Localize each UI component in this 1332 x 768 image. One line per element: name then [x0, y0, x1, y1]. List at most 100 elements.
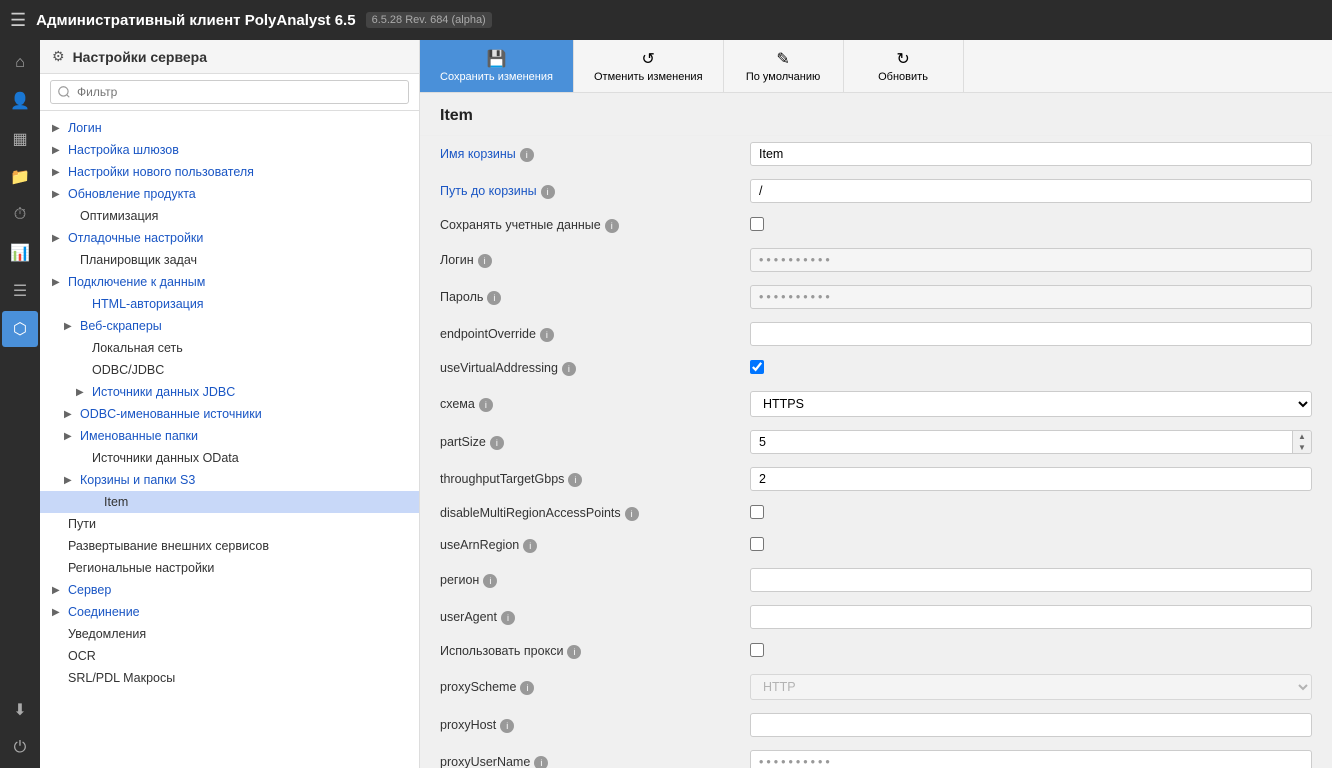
- form-row-login: Логинi: [420, 242, 1332, 279]
- tree-item-jdbc_sources[interactable]: ▶Источники данных JDBC: [40, 381, 419, 403]
- info-icon-proxy_host[interactable]: i: [500, 719, 514, 733]
- tree-item-s3_buckets[interactable]: ▶Корзины и папки S3: [40, 469, 419, 491]
- form-row-password: Парольi: [420, 279, 1332, 316]
- label-text-bucket_path: Путь до корзины: [440, 184, 537, 198]
- info-icon-bucket_name[interactable]: i: [520, 148, 534, 162]
- info-icon-throughput_target_gbps[interactable]: i: [568, 473, 582, 487]
- info-icon-scheme[interactable]: i: [479, 398, 493, 412]
- tree-arrow-jdbc_sources: ▶: [76, 387, 88, 398]
- tree-item-login[interactable]: ▶Логин: [40, 117, 419, 139]
- tree-item-ext_services[interactable]: Развертывание внешних сервисов: [40, 535, 419, 557]
- tree-arrow-new_user: ▶: [52, 167, 64, 178]
- tree-item-srl_macros[interactable]: SRL/PDL Макросы: [40, 667, 419, 689]
- checkbox-save_credentials[interactable]: [750, 217, 764, 231]
- info-icon-proxy_scheme[interactable]: i: [520, 681, 534, 695]
- tree-arrow-web_scrapers: ▶: [64, 321, 76, 332]
- tree-item-regional[interactable]: Региональные настройки: [40, 557, 419, 579]
- tree-label-ocr: OCR: [68, 649, 96, 663]
- info-icon-bucket_path[interactable]: i: [541, 185, 555, 199]
- input-bucket_path[interactable]: [750, 179, 1312, 203]
- nav-folder[interactable]: 📁: [2, 159, 38, 195]
- form-value-use_arn_region: [740, 530, 1332, 562]
- checkbox-use_arn_region[interactable]: [750, 537, 764, 551]
- label-text-save_credentials: Сохранять учетные данные: [440, 218, 601, 232]
- nav-clock[interactable]: ⏱: [2, 197, 38, 233]
- info-icon-save_credentials[interactable]: i: [605, 219, 619, 233]
- checkbox-disable_multi_region[interactable]: [750, 505, 764, 519]
- spinner-input-part_size[interactable]: [750, 430, 1293, 454]
- info-icon-user_agent[interactable]: i: [501, 611, 515, 625]
- nav-home[interactable]: ⌂: [2, 45, 38, 81]
- nav-user[interactable]: 👤: [2, 83, 38, 119]
- top-bar: ☰ Административный клиент PolyAnalyst 6.…: [0, 0, 1332, 40]
- info-icon-use_virtual_addressing[interactable]: i: [562, 362, 576, 376]
- password-proxy_username[interactable]: [750, 750, 1312, 768]
- tree-item-web_scrapers[interactable]: ▶Веб-скраперы: [40, 315, 419, 337]
- checkbox-use_proxy[interactable]: [750, 643, 764, 657]
- checkbox-use_virtual_addressing[interactable]: [750, 360, 764, 374]
- tree-label-regional: Региональные настройки: [68, 561, 214, 575]
- form-table: Имя корзиныi Путь до корзины i Сохранять уч…: [420, 136, 1332, 768]
- info-icon-endpoint_override[interactable]: i: [540, 328, 554, 342]
- nav-list[interactable]: ☰: [2, 273, 38, 309]
- tree-item-paths[interactable]: Пути: [40, 513, 419, 535]
- tree-item-optimize[interactable]: Оптимизация: [40, 205, 419, 227]
- input-region[interactable]: [750, 568, 1312, 592]
- spinner-up-part_size[interactable]: ▲: [1293, 431, 1311, 442]
- tree-item-named_folders[interactable]: ▶Именованные папки: [40, 425, 419, 447]
- info-icon-use_proxy[interactable]: i: [567, 645, 581, 659]
- menu-icon[interactable]: ☰: [10, 10, 26, 31]
- refresh-label: Обновить: [878, 71, 928, 83]
- nav-chart[interactable]: 📊: [2, 235, 38, 271]
- info-icon-password[interactable]: i: [487, 291, 501, 305]
- spinner-down-part_size[interactable]: ▼: [1293, 442, 1311, 453]
- tree-item-server[interactable]: ▶Сервер: [40, 579, 419, 601]
- tree-item-html_auth[interactable]: HTML-авторизация: [40, 293, 419, 315]
- input-throughput_target_gbps[interactable]: [750, 467, 1312, 491]
- input-user_agent[interactable]: [750, 605, 1312, 629]
- refresh-button[interactable]: ↻ Обновить: [844, 40, 964, 92]
- default-icon: ✎: [776, 49, 789, 69]
- form-row-throughput_target_gbps: throughputTargetGbpsi: [420, 461, 1332, 498]
- tree-item-local_net[interactable]: Локальная сеть: [40, 337, 419, 359]
- default-button[interactable]: ✎ По умолчанию: [724, 40, 844, 92]
- input-proxy_host[interactable]: [750, 713, 1312, 737]
- tree-label-html_auth: HTML-авторизация: [92, 297, 204, 311]
- tree-item-connection[interactable]: ▶Соединение: [40, 601, 419, 623]
- input-bucket_name[interactable]: [750, 142, 1312, 166]
- settings-title: Настройки сервера: [73, 49, 207, 65]
- input-endpoint_override[interactable]: [750, 322, 1312, 346]
- tree-arrow-odbc_named: ▶: [64, 409, 76, 420]
- tree-item-new_user[interactable]: ▶Настройки нового пользователя: [40, 161, 419, 183]
- info-icon-login[interactable]: i: [478, 254, 492, 268]
- tree-item-odbc_jdbc[interactable]: ODBC/JDBC: [40, 359, 419, 381]
- form-label-bucket_name: Имя корзиныi: [420, 136, 740, 173]
- tree-item-update[interactable]: ▶Обновление продукта: [40, 183, 419, 205]
- info-icon-disable_multi_region[interactable]: i: [625, 507, 639, 521]
- form-label-proxy_username: proxyUserNamei: [420, 744, 740, 768]
- nav-download[interactable]: ⬇: [2, 692, 38, 728]
- nav-power[interactable]: ⏻: [2, 730, 38, 766]
- tree-item-odata_sources[interactable]: Источники данных OData: [40, 447, 419, 469]
- info-icon-proxy_username[interactable]: i: [534, 756, 548, 768]
- tree-item-item[interactable]: Item: [40, 491, 419, 513]
- save-label: Сохранить изменения: [440, 71, 553, 83]
- tree-item-ocr[interactable]: OCR: [40, 645, 419, 667]
- revert-button[interactable]: ↺ Отменить изменения: [574, 40, 724, 92]
- tree-label-scheduler: Планировщик задач: [80, 253, 197, 267]
- save-button[interactable]: 💾 Сохранить изменения: [420, 40, 574, 92]
- tree-item-data_connect[interactable]: ▶Подключение к данным: [40, 271, 419, 293]
- label-text-password: Пароль: [440, 290, 483, 304]
- tree-item-notifications[interactable]: Уведомления: [40, 623, 419, 645]
- info-icon-use_arn_region[interactable]: i: [523, 539, 537, 553]
- tree-item-odbc_named[interactable]: ▶ODBC-именованные источники: [40, 403, 419, 425]
- info-icon-part_size[interactable]: i: [490, 436, 504, 450]
- nav-grid[interactable]: ▦: [2, 121, 38, 157]
- select-scheme[interactable]: HTTPHTTPS: [750, 391, 1312, 417]
- nav-network[interactable]: ⬡: [2, 311, 38, 347]
- tree-item-debug[interactable]: ▶Отладочные настройки: [40, 227, 419, 249]
- tree-item-gateway[interactable]: ▶Настройка шлюзов: [40, 139, 419, 161]
- filter-input[interactable]: [50, 80, 409, 104]
- info-icon-region[interactable]: i: [483, 574, 497, 588]
- tree-item-scheduler[interactable]: Планировщик задач: [40, 249, 419, 271]
